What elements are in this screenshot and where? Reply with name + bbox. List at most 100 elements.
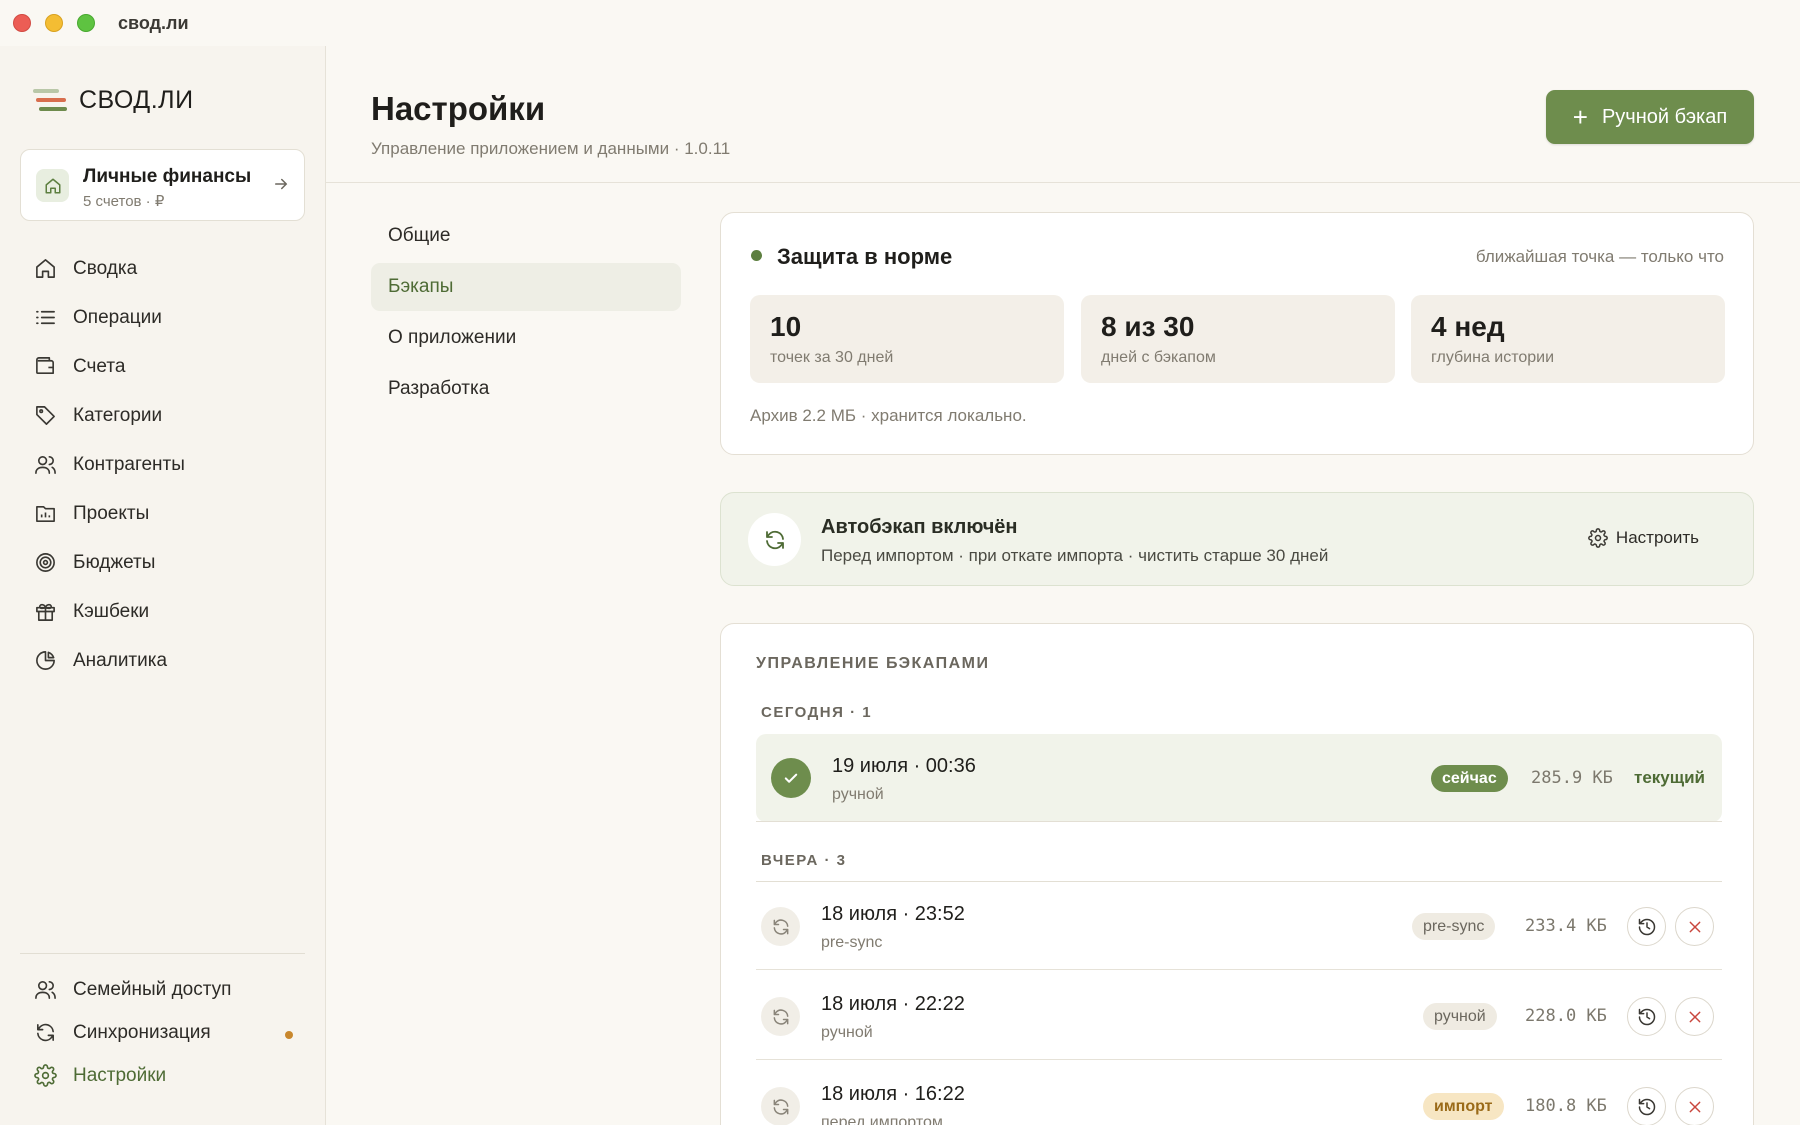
- sync-icon: [761, 1087, 800, 1125]
- group-label-today: СЕГОДНЯ · 1: [761, 704, 873, 721]
- gift-icon: [36, 603, 55, 621]
- protection-status-card: Защита в норме ближайшая точка — только …: [720, 212, 1754, 455]
- stat-days: 8 из 30 дней с бэкапом: [1081, 295, 1395, 383]
- backup-badge: импорт: [1423, 1093, 1504, 1120]
- sidebar-item-settings[interactable]: Настройки: [20, 1054, 305, 1097]
- users-icon: [35, 981, 56, 999]
- workspace-card[interactable]: Личные финансы 5 счетов · ₽: [20, 149, 305, 221]
- backup-row[interactable]: 18 июля · 16:22 перед импортом импорт 18…: [756, 1062, 1722, 1125]
- sidebar-item-accounts[interactable]: Счета: [20, 342, 305, 391]
- group-label-yesterday: ВЧЕРА · 3: [761, 852, 847, 869]
- row-divider: [756, 969, 1722, 970]
- close-icon: [1689, 1101, 1700, 1112]
- backup-date: 18 июля · 22:22: [821, 993, 965, 1015]
- stat-label: глубина истории: [1431, 349, 1555, 366]
- delete-button[interactable]: [1675, 907, 1714, 946]
- stat-label: точек за 30 дней: [770, 349, 894, 366]
- sidebar-item-categories[interactable]: Категории: [20, 391, 305, 440]
- backup-badge: сейчас: [1431, 765, 1508, 792]
- restore-button[interactable]: [1627, 907, 1666, 946]
- plus-icon: +: [1572, 102, 1588, 132]
- arrow-right-icon: [272, 175, 290, 198]
- tab-development[interactable]: Разработка: [371, 365, 681, 413]
- backup-date: 19 июля · 00:36: [832, 755, 976, 777]
- workspace-title: Личные финансы: [83, 166, 252, 187]
- backup-size: 180.8 КБ: [1525, 1096, 1607, 1116]
- page-header: Настройки Управление приложением и данны…: [326, 46, 1800, 183]
- sidebar-item-label: Операции: [73, 306, 162, 328]
- backup-kind: pre-sync: [821, 934, 883, 951]
- page-title: Настройки: [371, 90, 546, 127]
- main-nav: Сводка Операции Счета Категории Контраге…: [20, 244, 305, 685]
- pie-chart-icon: [36, 651, 55, 670]
- delete-button[interactable]: [1675, 1087, 1714, 1125]
- sidebar-divider: [20, 953, 305, 954]
- sidebar-item-label: Категории: [73, 404, 163, 426]
- sidebar-item-family-access[interactable]: Семейный доступ: [20, 968, 305, 1011]
- backup-kind: перед импортом: [821, 1114, 943, 1125]
- brand-logo-icon: [33, 87, 67, 115]
- zoom-window-button[interactable]: [77, 14, 95, 32]
- backup-date: 18 июля · 16:22: [821, 1083, 965, 1105]
- brand[interactable]: СВОД.ЛИ: [33, 86, 194, 115]
- current-label: текущий: [1634, 768, 1705, 787]
- gear-icon: [1588, 528, 1608, 548]
- sidebar-item-label: Бюджеты: [73, 551, 156, 573]
- sidebar-item-sync[interactable]: Синхронизация: [20, 1011, 305, 1054]
- backup-date: 18 июля · 23:52: [821, 903, 965, 925]
- sidebar-item-label: Проекты: [73, 502, 150, 524]
- row-divider: [756, 1059, 1722, 1060]
- backup-badge: ручной: [1423, 1003, 1497, 1030]
- stat-value: 8 из 30: [1101, 311, 1195, 342]
- sync-status-dot: [285, 1031, 293, 1039]
- status-dot: [751, 250, 762, 261]
- stat-points: 10 точек за 30 дней: [750, 295, 1064, 383]
- sidebar-item-label: Контрагенты: [73, 453, 185, 475]
- brand-name: СВОД.ЛИ: [79, 86, 194, 114]
- sidebar-item-label: Синхронизация: [73, 1021, 211, 1043]
- sidebar-item-label: Кэшбеки: [73, 600, 150, 622]
- backup-row-current[interactable]: 19 июля · 00:36 ручной сейчас 285.9 КБ т…: [756, 734, 1722, 822]
- manual-backup-label: Ручной бэкап: [1601, 105, 1728, 128]
- check-icon: [771, 758, 811, 798]
- sidebar-item-operations[interactable]: Операции: [20, 293, 305, 342]
- latest-point-text: ближайшая точка — только что: [1475, 247, 1724, 266]
- title-bar: свод.ли: [0, 0, 1800, 46]
- restore-button[interactable]: [1627, 1087, 1666, 1125]
- backup-row[interactable]: 18 июля · 22:22 ручной ручной 228.0 КБ: [756, 972, 1722, 1060]
- history-icon: [1638, 1008, 1655, 1025]
- sidebar-item-counterparties[interactable]: Контрагенты: [20, 440, 305, 489]
- window-title: свод.ли: [118, 13, 189, 33]
- sync-icon: [37, 1023, 54, 1042]
- bottom-nav: Семейный доступ Синхронизация Настройки: [20, 968, 305, 1097]
- sync-icon: [748, 513, 801, 566]
- sidebar-item-label: Настройки: [73, 1064, 167, 1086]
- status-title: Защита в норме: [777, 244, 953, 269]
- sidebar: СВОД.ЛИ Личные финансы 5 счетов · ₽ Свод…: [0, 46, 326, 1125]
- minimize-window-button[interactable]: [45, 14, 63, 32]
- sync-icon: [761, 997, 800, 1036]
- backup-row[interactable]: 18 июля · 23:52 pre-sync pre-sync 233.4 …: [756, 882, 1722, 970]
- backup-badge: pre-sync: [1412, 913, 1496, 940]
- manual-backup-button[interactable]: + Ручной бэкап: [1546, 90, 1754, 144]
- workspace-subtitle: 5 счетов · ₽: [83, 193, 165, 210]
- settings-subnav: Общие Бэкапы О приложении Разработка: [371, 212, 681, 416]
- sidebar-item-label: Аналитика: [73, 649, 168, 671]
- close-window-button[interactable]: [13, 14, 31, 32]
- sidebar-item-budgets[interactable]: Бюджеты: [20, 538, 305, 587]
- sidebar-item-analytics[interactable]: Аналитика: [20, 636, 305, 685]
- delete-button[interactable]: [1675, 997, 1714, 1036]
- backup-size: 285.9 КБ: [1531, 768, 1613, 788]
- wallet-icon: [36, 357, 54, 375]
- sidebar-item-cashbacks[interactable]: Кэшбеки: [20, 587, 305, 636]
- backup-kind: ручной: [832, 786, 884, 803]
- tab-backups[interactable]: Бэкапы: [371, 263, 681, 311]
- restore-button[interactable]: [1627, 997, 1666, 1036]
- configure-button[interactable]: Настроить: [1588, 528, 1699, 548]
- sidebar-item-projects[interactable]: Проекты: [20, 489, 305, 538]
- tab-about[interactable]: О приложении: [371, 314, 681, 362]
- page-subtitle: Управление приложением и данными · 1.0.1…: [371, 139, 731, 158]
- sidebar-item-summary[interactable]: Сводка: [20, 244, 305, 293]
- tab-general[interactable]: Общие: [371, 212, 681, 260]
- autobackup-card: Автобэкап включён Перед импортом · при о…: [720, 492, 1754, 586]
